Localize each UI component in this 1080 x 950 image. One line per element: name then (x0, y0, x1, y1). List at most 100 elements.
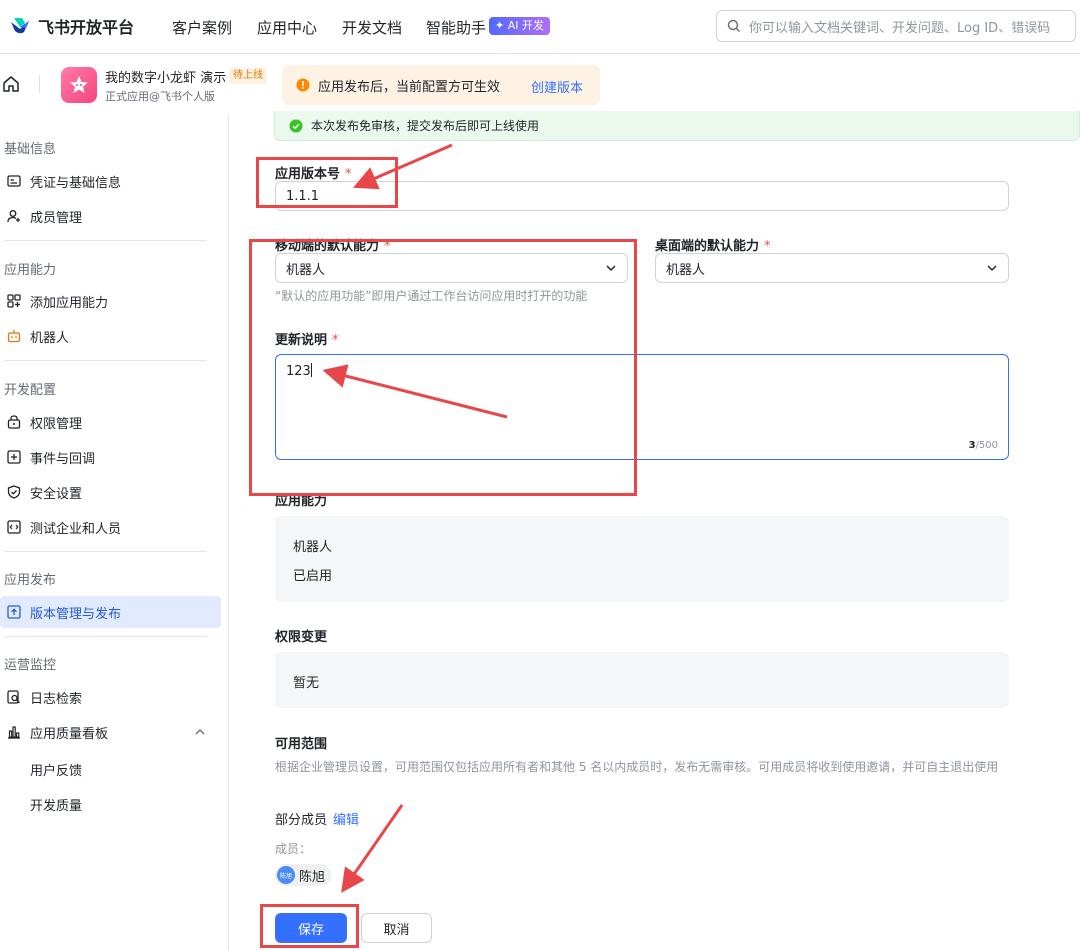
app-status-badge: 待上线 (229, 68, 267, 84)
desktop-default-value: 机器人 (666, 262, 706, 278)
sidebar-divider (4, 240, 207, 241)
chevron-up-icon[interactable] (195, 728, 205, 736)
sidebar: 基础信息 凭证与基础信息 成员管理 应用能力 添加应用能力 机器人 开发配置 权… (0, 115, 229, 950)
nav-app-center[interactable]: 应用中心 (257, 17, 317, 38)
nav-dev-docs[interactable]: 开发文档 (342, 17, 402, 38)
sidebar-group-release: 应用发布 (4, 573, 57, 588)
sidebar-item-log-search[interactable]: 日志检索 (0, 681, 221, 713)
sidebar-item-label: 事件与回调 (30, 451, 96, 467)
sidebar-divider (4, 636, 207, 637)
member-avatar: 陈旭 (277, 866, 295, 884)
sidebar-item-label: 安全设置 (30, 486, 83, 502)
sidebar-item-label: 成员管理 (30, 210, 83, 226)
nav-smart-assistant[interactable]: 智能助手 (426, 17, 486, 38)
sidebar-item-label: 日志检索 (30, 691, 83, 707)
ai-dev-badge-label: AI 开发 (507, 19, 544, 32)
sidebar-subitem-dev-quality[interactable]: 开发质量 (30, 795, 82, 814)
member-chip: 陈旭 陈旭 (275, 864, 332, 886)
sidebar-group-monitoring: 运营监控 (4, 658, 57, 673)
brand-name: 飞书开放平台 (38, 18, 135, 37)
ai-dev-badge[interactable]: ✦ AI 开发 (489, 17, 550, 35)
app-subtitle: 正式应用@飞书个人版 (105, 90, 215, 103)
nav-customer-cases[interactable]: 客户案例 (172, 17, 232, 38)
ability-panel: 机器人 已启用 (275, 516, 1009, 602)
sidebar-group-abilities: 应用能力 (4, 263, 57, 278)
desktop-default-label: 桌面端的默认能力 * (655, 235, 771, 254)
sidebar-item-security[interactable]: 安全设置 (0, 476, 221, 508)
permission-change-label: 权限变更 (275, 630, 328, 645)
publish-notice: 应用发布后，当前配置方可生效 创建版本 (282, 65, 600, 105)
cancel-button[interactable]: 取消 (361, 913, 432, 943)
upload-icon (6, 604, 22, 620)
sidebar-divider (4, 360, 207, 361)
shield-icon (6, 484, 22, 500)
sidebar-group-dev-config: 开发配置 (4, 383, 57, 398)
code-icon (6, 519, 22, 535)
search-placeholder: 你可以输入文档关键词、开发问题、Log ID、错误码 (749, 20, 1051, 36)
sidebar-item-test-tenants[interactable]: 测试企业和人员 (0, 511, 221, 543)
sidebar-item-credentials[interactable]: 凭证与基础信息 (0, 165, 221, 197)
members-label: 成员： (275, 842, 312, 856)
home-icon[interactable] (2, 75, 20, 93)
robot-icon (6, 328, 22, 344)
apps-add-icon (6, 293, 22, 309)
search-icon (727, 19, 740, 32)
app-avatar (61, 67, 97, 103)
annotation-box-abilities-notes (249, 239, 637, 496)
ability-status: 已启用 (293, 569, 333, 584)
sidebar-item-label: 机器人 (30, 330, 70, 346)
scope-label: 可用范围 (275, 737, 328, 752)
star-icon (70, 76, 88, 93)
brand[interactable]: 飞书开放平台 (8, 14, 134, 38)
warning-icon (296, 78, 310, 92)
top-navigation: 飞书开放平台 客户案例 应用中心 开发文档 智能助手 ✦ AI 开发 你可以输入… (0, 0, 1080, 54)
sidebar-item-label: 测试企业和人员 (30, 521, 122, 537)
annotation-box-version (256, 157, 398, 208)
permission-change-value: 暂无 (293, 676, 320, 691)
app-header: 我的数字小龙虾 演示 待上线 正式应用@飞书个人版 应用发布后，当前配置方可生效… (0, 55, 1080, 115)
sidebar-item-permissions[interactable]: 权限管理 (0, 406, 221, 438)
sidebar-divider (4, 551, 207, 552)
notes-char-counter: 3/500 (969, 440, 998, 451)
sidebar-item-events[interactable]: 事件与回调 (0, 441, 221, 473)
create-version-link[interactable]: 创建版本 (531, 77, 583, 96)
notice-text: 应用发布后，当前配置方可生效 (318, 79, 501, 95)
add-user-icon (6, 208, 22, 224)
sidebar-item-version-release[interactable]: 版本管理与发布 (0, 596, 221, 628)
log-search-icon (6, 689, 22, 705)
sidebar-item-label: 添加应用能力 (30, 295, 109, 311)
sidebar-item-label: 凭证与基础信息 (30, 175, 122, 191)
permission-change-panel: 暂无 (275, 652, 1009, 708)
member-name: 陈旭 (299, 869, 326, 885)
app-name: 我的数字小龙虾 演示 (105, 71, 227, 86)
notes-count: 3 (968, 440, 976, 451)
check-circle-icon (289, 119, 303, 132)
sidebar-item-label: 应用质量看板 (30, 726, 109, 742)
success-banner: 本次发布免审核，提交发布后即可上线使用 (274, 111, 1080, 141)
sidebar-item-label: 权限管理 (30, 416, 83, 432)
scope-value: 部分成员 (275, 813, 328, 828)
lock-icon (6, 414, 22, 430)
sidebar-item-bot[interactable]: 机器人 (0, 320, 221, 352)
scope-description: 根据企业管理员设置，可用范围仅包括应用所有者和其他 5 名以内成员时，发布无需审… (275, 760, 999, 774)
sidebar-group-basic: 基础信息 (4, 142, 57, 157)
sidebar-item-quality-board[interactable]: 应用质量看板 (0, 716, 221, 748)
sidebar-item-label: 版本管理与发布 (30, 606, 122, 622)
feishu-logo-icon (11, 18, 29, 34)
required-mark: * (764, 239, 771, 254)
success-text: 本次发布免审核，提交发布后即可上线使用 (311, 119, 540, 133)
search-input[interactable]: 你可以输入文档关键词、开发问题、Log ID、错误码 (716, 10, 1076, 42)
header-divider (39, 75, 40, 93)
sidebar-item-members[interactable]: 成员管理 (0, 200, 221, 232)
sidebar-subitem-feedback[interactable]: 用户反馈 (30, 760, 82, 779)
plus-square-icon (6, 449, 22, 465)
chevron-down-icon (987, 265, 997, 271)
bar-chart-icon (6, 724, 22, 740)
ability-name: 机器人 (293, 540, 333, 555)
annotation-box-save (260, 904, 359, 948)
notes-max: /500 (975, 440, 998, 451)
desktop-default-select[interactable]: 机器人 (655, 253, 1009, 283)
scope-edit-link[interactable]: 编辑 (333, 809, 359, 828)
id-card-icon (6, 173, 22, 189)
sidebar-item-add-ability[interactable]: 添加应用能力 (0, 285, 221, 317)
